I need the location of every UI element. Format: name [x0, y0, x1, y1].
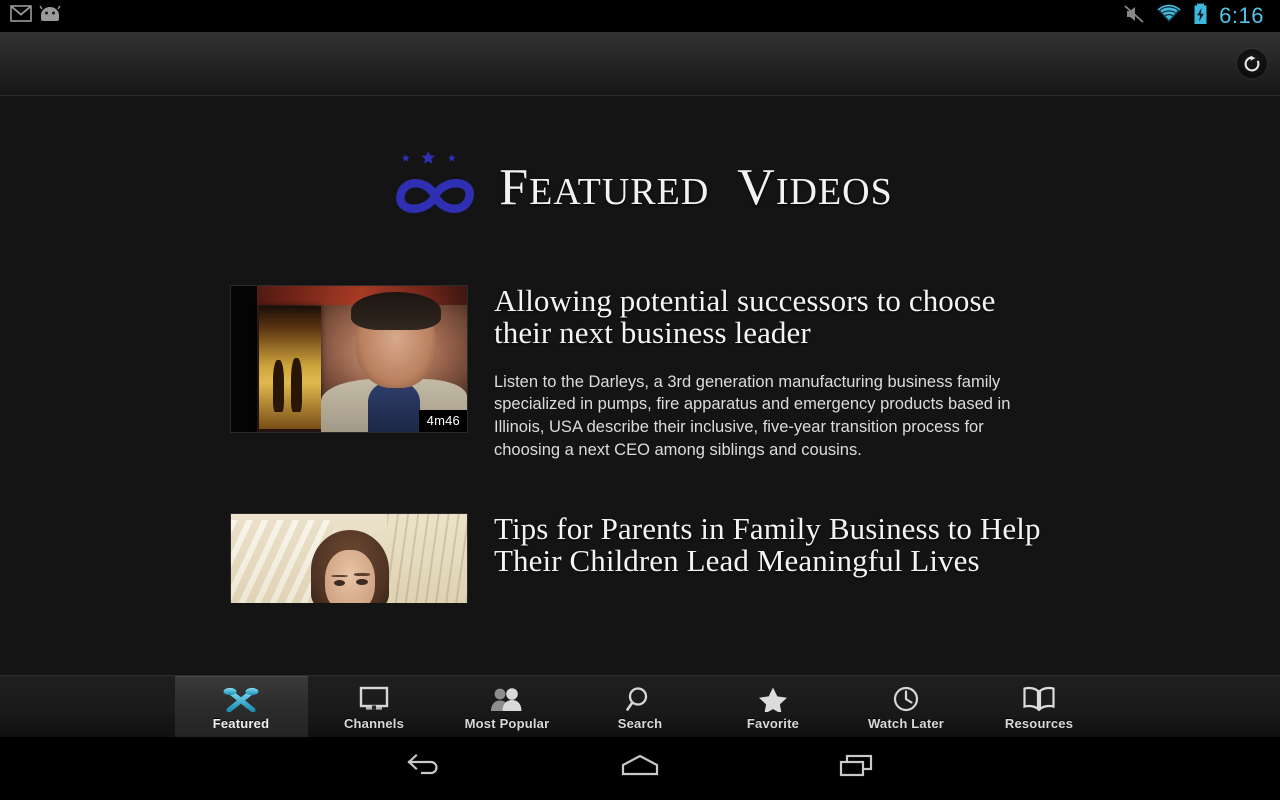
- wifi-icon: [1156, 4, 1182, 29]
- tab-label: Search: [617, 715, 663, 731]
- system-navigation-bar: [0, 737, 1280, 800]
- tab-label: Featured: [212, 715, 270, 731]
- page-header: FEATURED VIDEOS: [0, 96, 1280, 271]
- video-info: Tips for Parents in Family Business to H…: [494, 513, 1060, 577]
- video-list-item[interactable]: Tips for Parents in Family Business to H…: [0, 461, 1280, 604]
- thumbnail-image: [231, 514, 467, 604]
- home-icon: [619, 753, 661, 784]
- status-bar-clock: 6:16: [1219, 3, 1264, 28]
- tab-most-popular[interactable]: Most Popular: [441, 676, 574, 737]
- video-duration-badge: 4m46: [418, 410, 467, 432]
- back-button[interactable]: [316, 737, 532, 800]
- infinity-stars-logo: [387, 150, 483, 225]
- tab-featured[interactable]: Featured: [174, 676, 308, 737]
- video-info: Allowing potential successors to choose …: [494, 285, 1060, 461]
- tab-label: Favorite: [746, 715, 800, 731]
- star-icon: [758, 686, 788, 713]
- tab-watch-later[interactable]: Watch Later: [840, 676, 973, 737]
- tab-favorite[interactable]: Favorite: [707, 676, 840, 737]
- battery-charging-icon: [1193, 3, 1208, 30]
- video-title: Allowing potential successors to choose …: [494, 283, 996, 350]
- mute-icon: [1123, 4, 1145, 29]
- gmail-icon: [10, 5, 32, 27]
- video-list: 4m46 Allowing potential successors to ch…: [0, 271, 1280, 604]
- action-bar: [0, 32, 1280, 96]
- people-icon: [490, 686, 524, 713]
- crossed-ribbons-icon: [221, 686, 261, 713]
- status-bar-system-icons: 6:16: [1123, 3, 1270, 30]
- android-head-icon: [39, 5, 61, 27]
- tab-label: Resources: [1004, 715, 1074, 731]
- clock-icon: [891, 686, 921, 713]
- app-screen: 6:16 FEATURED VIDEOS 4m46 Allowing poten…: [0, 0, 1280, 800]
- open-book-icon: [1022, 686, 1056, 713]
- home-button[interactable]: [532, 737, 748, 800]
- tab-resources[interactable]: Resources: [973, 676, 1106, 737]
- tab-label: Most Popular: [464, 715, 550, 731]
- status-bar-notifications: [10, 5, 61, 27]
- video-description: Listen to the Darleys, a 3rd generation …: [494, 372, 1011, 459]
- video-thumbnail[interactable]: [230, 513, 468, 604]
- content-area: FEATURED VIDEOS 4m46 Allowing potential …: [0, 96, 1280, 675]
- video-list-item[interactable]: 4m46 Allowing potential successors to ch…: [0, 271, 1280, 461]
- page-title: FEATURED VIDEOS: [499, 158, 893, 216]
- search-icon: [625, 686, 655, 713]
- recents-button[interactable]: [748, 737, 964, 800]
- status-bar: 6:16: [0, 0, 1280, 32]
- back-icon: [405, 753, 443, 784]
- tab-search[interactable]: Search: [574, 676, 707, 737]
- refresh-icon: [1237, 48, 1267, 79]
- tab-channels[interactable]: Channels: [308, 676, 441, 737]
- monitor-icon: [358, 686, 390, 713]
- refresh-button[interactable]: [1226, 38, 1278, 90]
- tab-label: Watch Later: [867, 715, 945, 731]
- tab-label: Channels: [343, 715, 405, 731]
- recents-icon: [837, 753, 875, 784]
- video-thumbnail[interactable]: 4m46: [230, 285, 468, 433]
- video-title: Tips for Parents in Family Business to H…: [494, 511, 1041, 579]
- bottom-tab-bar: Featured Channels Most Popular Search Fa…: [0, 675, 1280, 737]
